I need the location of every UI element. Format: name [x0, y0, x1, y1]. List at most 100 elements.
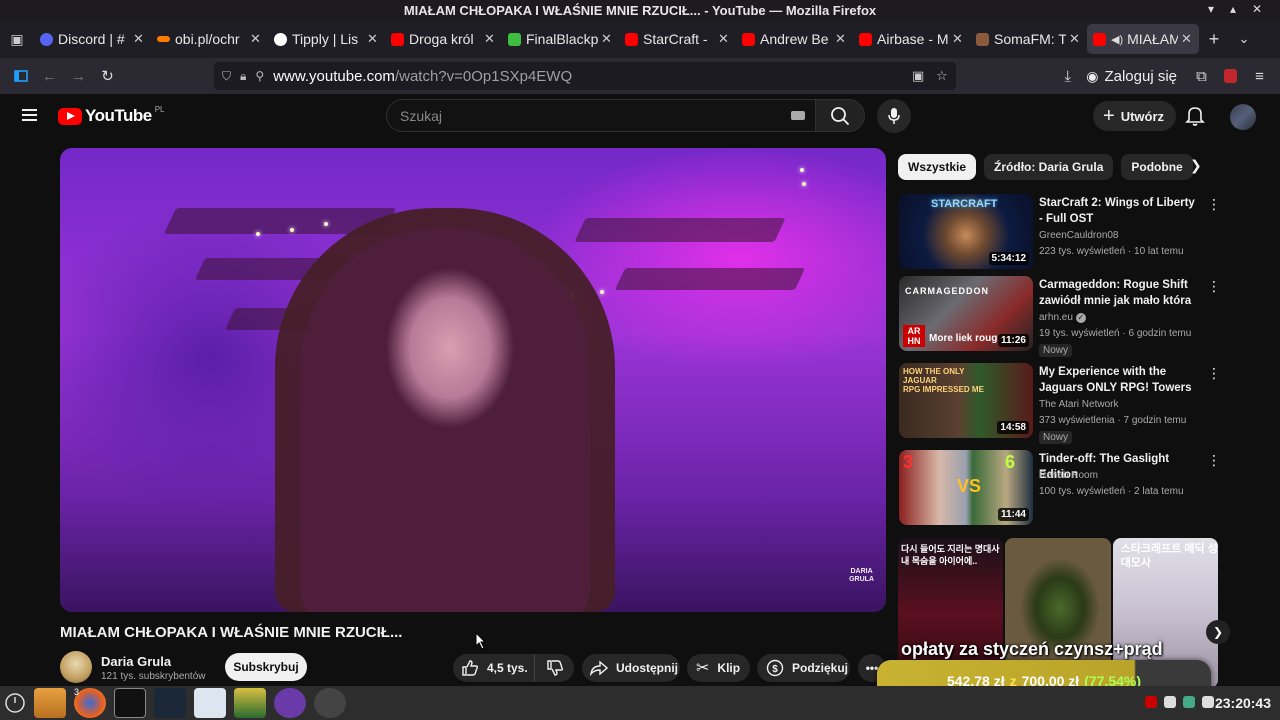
tab-current-video[interactable]: ◀) MIAŁAM ✕: [1087, 24, 1199, 54]
power-icon[interactable]: [4, 688, 26, 718]
permissions-icon[interactable]: ⚲: [255, 69, 264, 83]
close-tab-icon[interactable]: ✕: [367, 31, 379, 47]
tab-airbase[interactable]: Airbase - M ✕: [853, 24, 970, 54]
subscribe-button[interactable]: Subskrybuj: [225, 653, 307, 681]
network-icon[interactable]: [1183, 696, 1195, 708]
tab-droga-krol[interactable]: Droga król ✕: [385, 24, 502, 54]
reload-icon[interactable]: ↻: [93, 61, 122, 91]
account-avatar[interactable]: [1230, 104, 1256, 130]
tab-overflow-icon[interactable]: ⌄: [1229, 31, 1259, 47]
recommended-video[interactable]: 3 VS 6 11:44 Tinder-off: The Gaslight Ed…: [899, 450, 1229, 528]
shield-icon[interactable]: ⛉: [222, 69, 231, 84]
close-tab-icon[interactable]: ✕: [484, 31, 496, 47]
search-input[interactable]: Szukaj: [386, 99, 816, 132]
thanks-button[interactable]: $ Podziękuj: [757, 654, 850, 682]
keyboard-icon[interactable]: [791, 111, 805, 120]
more-vertical-icon[interactable]: ⋮: [1207, 365, 1221, 382]
youtube-logo[interactable]: YouTube PL: [58, 105, 165, 126]
back-arrow-icon[interactable]: ←: [35, 61, 64, 91]
bookmark-star-icon[interactable]: ☆: [936, 68, 948, 84]
more-vertical-icon[interactable]: ⋮: [1207, 278, 1221, 295]
tab-obi[interactable]: obi.pl/ochr ✕: [151, 24, 268, 54]
chevron-right-icon[interactable]: ❯: [1206, 620, 1230, 644]
volume-icon[interactable]: [1202, 696, 1214, 708]
chip-all[interactable]: Wszystkie: [898, 154, 977, 180]
close-tab-icon[interactable]: ✕: [952, 31, 964, 47]
app-menu-icon[interactable]: ≡: [1245, 61, 1274, 91]
tray-app-icon[interactable]: [1145, 696, 1157, 708]
headphones-icon[interactable]: [274, 688, 306, 718]
video-channel[interactable]: The Atari Network: [1039, 399, 1118, 410]
like-button[interactable]: 4,5 tys.: [453, 654, 535, 682]
video-channel[interactable]: Rehab Room: [1039, 470, 1098, 481]
voice-search-button[interactable]: [877, 99, 911, 133]
forward-arrow-icon[interactable]: →: [64, 61, 93, 91]
video-channel[interactable]: arhn.eu ✓: [1039, 312, 1086, 323]
reader-view-icon[interactable]: ▣: [912, 68, 924, 84]
tab-starcraft[interactable]: StarCraft - ✕: [619, 24, 736, 54]
tab-somafm[interactable]: SomaFM: T ✕: [970, 24, 1087, 54]
channel-avatar[interactable]: [60, 651, 92, 683]
firefox-icon[interactable]: 3: [74, 687, 106, 718]
chip-related[interactable]: Podobne: [1121, 154, 1193, 180]
file-manager-icon[interactable]: [34, 688, 66, 718]
tab-andrew[interactable]: Andrew Be ✕: [736, 24, 853, 54]
recommended-video[interactable]: CARMAGEDDON AR HN More liek roug 11:26 Ca…: [899, 276, 1229, 357]
share-button[interactable]: Udostępnij: [582, 654, 680, 682]
downloads-icon[interactable]: ⤓: [1053, 61, 1082, 91]
close-window-icon[interactable]: ✕: [1252, 2, 1262, 16]
video-title[interactable]: My Experience with the Jaguars ONLY RPG!…: [1039, 364, 1201, 396]
app-circle-icon[interactable]: [314, 688, 346, 718]
terminal-icon[interactable]: [114, 688, 146, 718]
video-title[interactable]: StarCraft 2: Wings of Liberty - Full OST: [1039, 195, 1201, 227]
more-vertical-icon[interactable]: ⋮: [1207, 452, 1221, 469]
ublock-icon[interactable]: [1216, 61, 1245, 91]
video-title[interactable]: Carmageddon: Rogue Shift zawiódł mnie ja…: [1039, 277, 1201, 309]
close-tab-icon[interactable]: ✕: [1181, 31, 1193, 47]
shield-game-icon[interactable]: [234, 688, 266, 718]
video-channel[interactable]: GreenCauldron08: [1039, 230, 1119, 241]
notifications-bell-icon[interactable]: [1185, 105, 1205, 132]
url-bar[interactable]: ⛉ 🔒︎ ⚲ www.youtube.com/watch?v=0Op1SXp4E…: [214, 62, 956, 90]
recommended-video[interactable]: HOW THE ONLY JAGUAR RPG IMPRESSED ME 14:58…: [899, 363, 1229, 444]
create-button[interactable]: + Utwórz: [1093, 101, 1177, 131]
search-button[interactable]: [815, 99, 865, 132]
clip-button[interactable]: ✂ Klip: [687, 654, 750, 682]
close-tab-icon[interactable]: ✕: [250, 31, 262, 47]
document-viewer-icon[interactable]: [194, 688, 226, 718]
video-thumbnail[interactable]: HOW THE ONLY JAGUAR RPG IMPRESSED ME 14:58: [899, 363, 1033, 438]
tab-list-icon[interactable]: ▣: [0, 20, 34, 58]
video-thumbnail[interactable]: CARMAGEDDON AR HN More liek roug 11:26: [899, 276, 1033, 351]
maximize-icon[interactable]: ▴: [1230, 2, 1236, 16]
extensions-icon[interactable]: ⧉: [1187, 61, 1216, 91]
close-tab-icon[interactable]: ✕: [835, 31, 847, 47]
close-tab-icon[interactable]: ✕: [1069, 31, 1081, 47]
tab-finalblack[interactable]: FinalBlackp ✕: [502, 24, 619, 54]
video-player[interactable]: DARIA GRULA: [60, 148, 886, 612]
short-caption: 스타크래프트 메딕 성대모사: [1120, 543, 1218, 569]
chevron-right-icon[interactable]: ❯: [1190, 157, 1202, 174]
close-tab-icon[interactable]: ✕: [718, 31, 730, 47]
menu-icon[interactable]: [22, 109, 38, 121]
tab-tipply[interactable]: Tipply | Lis ✕: [268, 24, 385, 54]
close-tab-icon[interactable]: ✕: [601, 31, 613, 47]
signin-button[interactable]: ◉ Zaloguj się: [1086, 68, 1177, 85]
steam-icon[interactable]: [154, 688, 186, 718]
chip-from-channel[interactable]: Źródło: Daria Grula: [984, 154, 1114, 180]
tab-discord[interactable]: Discord | # ✕: [34, 24, 151, 54]
more-vertical-icon[interactable]: ⋮: [1207, 196, 1221, 213]
dislike-button[interactable]: [535, 659, 574, 677]
video-thumbnail[interactable]: 3 VS 6 11:44: [899, 450, 1033, 525]
new-tab-icon[interactable]: +: [1199, 29, 1229, 50]
system-clock[interactable]: 23:20:43: [1215, 695, 1271, 711]
tab-label: FinalBlackp: [526, 31, 598, 47]
channel-name[interactable]: Daria Grula: [101, 654, 171, 669]
lock-icon[interactable]: 🔒︎: [240, 69, 246, 84]
close-tab-icon[interactable]: ✕: [133, 31, 145, 47]
video-thumbnail[interactable]: STARCRAFT 5:34:12: [899, 194, 1033, 269]
tray-app-icon[interactable]: [1164, 696, 1176, 708]
minimize-icon[interactable]: ▾: [1208, 2, 1214, 16]
sidebar-toggle-icon[interactable]: [6, 61, 35, 91]
speaker-icon[interactable]: ◀): [1111, 33, 1123, 46]
recommended-video[interactable]: STARCRAFT 5:34:12 StarCraft 2: Wings of …: [899, 194, 1229, 272]
